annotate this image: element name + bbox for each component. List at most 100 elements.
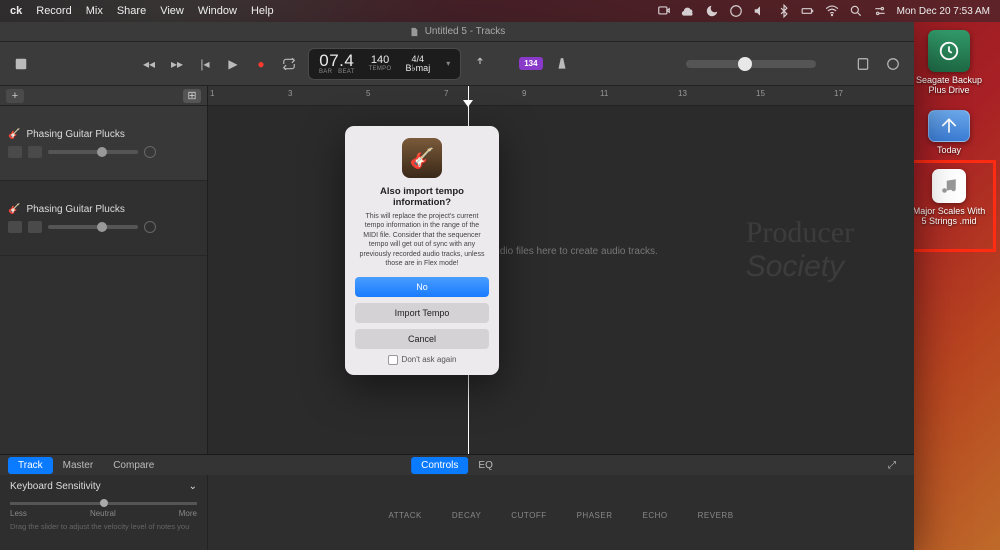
midi-file-icon[interactable]: Major Scales With 5 Strings .mid: [910, 169, 988, 227]
guitar-icon: 🎸: [8, 129, 20, 140]
knob-reverb[interactable]: REVERB: [698, 511, 734, 550]
arrange-area[interactable]: 1 3 5 7 9 11 13 15 17 Drag audio files h…: [208, 86, 914, 454]
label-neutral: Neutral: [90, 509, 116, 518]
inspector-panel: Keyboard Sensitivity⌄ LessNeutralMore Dr…: [0, 475, 208, 550]
bluetooth-icon[interactable]: [777, 4, 791, 18]
track-header[interactable]: 🎸Phasing Guitar Plucks: [0, 106, 207, 181]
automation-button[interactable]: [144, 146, 156, 158]
ruler-mark: 1: [210, 89, 214, 98]
search-icon[interactable]: [849, 4, 863, 18]
folder-glyph: [928, 110, 970, 142]
transport-controls: ◂◂ ▸▸ |◂ ▶ ●: [138, 53, 300, 75]
time-machine-icon: [928, 30, 970, 72]
lcd-display[interactable]: 07.4BAR BEAT 140TEMPO 4/4B♭maj ▾: [308, 48, 461, 80]
menu-record[interactable]: Record: [36, 5, 71, 17]
knob-attack[interactable]: ATTACK: [388, 511, 421, 550]
menu-view[interactable]: View: [160, 5, 184, 17]
menu-window[interactable]: Window: [198, 5, 237, 17]
tab-track[interactable]: Track: [8, 457, 53, 474]
menu-right: Mon Dec 20 7:53 AM: [657, 4, 990, 18]
sensitivity-slider[interactable]: [10, 502, 197, 505]
solo-button[interactable]: [28, 221, 42, 233]
lcd-key: B♭maj: [405, 64, 430, 73]
display-icon[interactable]: [729, 4, 743, 18]
import-tempo-dialog: 🎸 Also import tempo information? This wi…: [345, 126, 499, 375]
dont-ask-label: Don't ask again: [402, 355, 457, 364]
track-volume-slider[interactable]: [48, 225, 138, 229]
dont-ask-checkbox[interactable]: Don't ask again: [355, 355, 489, 365]
ruler-mark: 9: [522, 89, 526, 98]
knob-decay[interactable]: DECAY: [452, 511, 481, 550]
notepad-button[interactable]: [852, 53, 874, 75]
menu-help[interactable]: Help: [251, 5, 274, 17]
mute-button[interactable]: [8, 146, 22, 158]
record-button[interactable]: ●: [250, 53, 272, 75]
menu-left: ck Record Mix Share View Window Help: [10, 5, 274, 17]
ruler-mark: 5: [366, 89, 370, 98]
knob-phaser[interactable]: PHASER: [577, 511, 613, 550]
folder-icon[interactable]: Today: [910, 110, 988, 155]
tab-controls[interactable]: Controls: [411, 457, 468, 474]
loop-browser-button[interactable]: [882, 53, 904, 75]
automation-button[interactable]: [144, 221, 156, 233]
garageband-app-icon: 🎸: [402, 138, 442, 178]
track-volume-slider[interactable]: [48, 150, 138, 154]
menu-share[interactable]: Share: [117, 5, 146, 17]
rewind-button[interactable]: ◂◂: [138, 53, 160, 75]
count-in-badge[interactable]: 134: [519, 57, 542, 70]
transport-toolbar: ◂◂ ▸▸ |◂ ▶ ● 07.4BAR BEAT 140TEMPO 4/4B♭…: [0, 42, 914, 86]
library-button[interactable]: [10, 53, 32, 75]
forward-button[interactable]: ▸▸: [166, 53, 188, 75]
track-view-button[interactable]: ⊞: [183, 89, 201, 103]
mute-button[interactable]: [8, 221, 22, 233]
tab-eq[interactable]: EQ: [468, 457, 502, 474]
ruler-mark: 7: [444, 89, 448, 98]
metronome-button[interactable]: [551, 53, 573, 75]
dialog-title: Also import tempo information?: [355, 186, 489, 208]
battery-icon[interactable]: [801, 4, 815, 18]
macos-menu-bar: ck Record Mix Share View Window Help Mon…: [0, 0, 1000, 22]
bottom-panel: Track Master Compare Controls EQ ⤢ Keybo…: [0, 454, 914, 550]
folder-label: Today: [937, 145, 961, 155]
ruler-mark: 15: [756, 89, 765, 98]
chevron-down-icon[interactable]: ▾: [446, 59, 450, 68]
control-center-icon[interactable]: [873, 4, 887, 18]
cycle-button[interactable]: [278, 53, 300, 75]
music-file-icon: [932, 169, 966, 203]
tab-master[interactable]: Master: [53, 457, 104, 474]
go-to-start-button[interactable]: |◂: [194, 53, 216, 75]
menu-clock[interactable]: Mon Dec 20 7:53 AM: [897, 6, 990, 17]
play-button[interactable]: ▶: [222, 53, 244, 75]
moon-icon[interactable]: [705, 4, 719, 18]
master-volume-slider[interactable]: [686, 60, 816, 68]
menu-app-name[interactable]: ck: [10, 5, 22, 17]
screen-record-icon[interactable]: [657, 4, 671, 18]
add-track-button[interactable]: +: [6, 89, 24, 103]
lcd-tempo: 140: [371, 55, 389, 66]
solo-button[interactable]: [28, 146, 42, 158]
midi-file-label: Major Scales With 5 Strings .mid: [910, 206, 988, 227]
knob-cutoff[interactable]: CUTOFF: [511, 511, 546, 550]
import-tempo-button[interactable]: Import Tempo: [355, 303, 489, 323]
window-titlebar[interactable]: Untitled 5 - Tracks: [0, 22, 914, 42]
volume-icon[interactable]: [753, 4, 767, 18]
wifi-icon[interactable]: [825, 4, 839, 18]
drive-icon[interactable]: Seagate Backup Plus Drive: [910, 30, 988, 96]
cloud-icon[interactable]: [681, 4, 695, 18]
dialog-body: This will replace the project's current …: [355, 212, 489, 269]
tab-compare[interactable]: Compare: [103, 457, 164, 474]
menu-mix[interactable]: Mix: [86, 5, 103, 17]
chevron-down-icon[interactable]: ⌄: [189, 481, 197, 492]
ruler-mark: 3: [288, 89, 292, 98]
cancel-button[interactable]: Cancel: [355, 329, 489, 349]
tuner-button[interactable]: [469, 53, 491, 75]
ruler-mark: 17: [834, 89, 843, 98]
track-header[interactable]: 🎸Phasing Guitar Plucks: [0, 181, 207, 256]
timeline-ruler[interactable]: 1 3 5 7 9 11 13 15 17: [208, 86, 914, 106]
no-button[interactable]: No: [355, 277, 489, 297]
inspector-title: Keyboard Sensitivity: [10, 481, 101, 492]
knob-echo[interactable]: ECHO: [643, 511, 668, 550]
expand-button[interactable]: ⤢: [878, 457, 906, 474]
drive-label: Seagate Backup Plus Drive: [910, 75, 988, 96]
bottom-tabs: Track Master Compare Controls EQ ⤢: [0, 455, 914, 475]
